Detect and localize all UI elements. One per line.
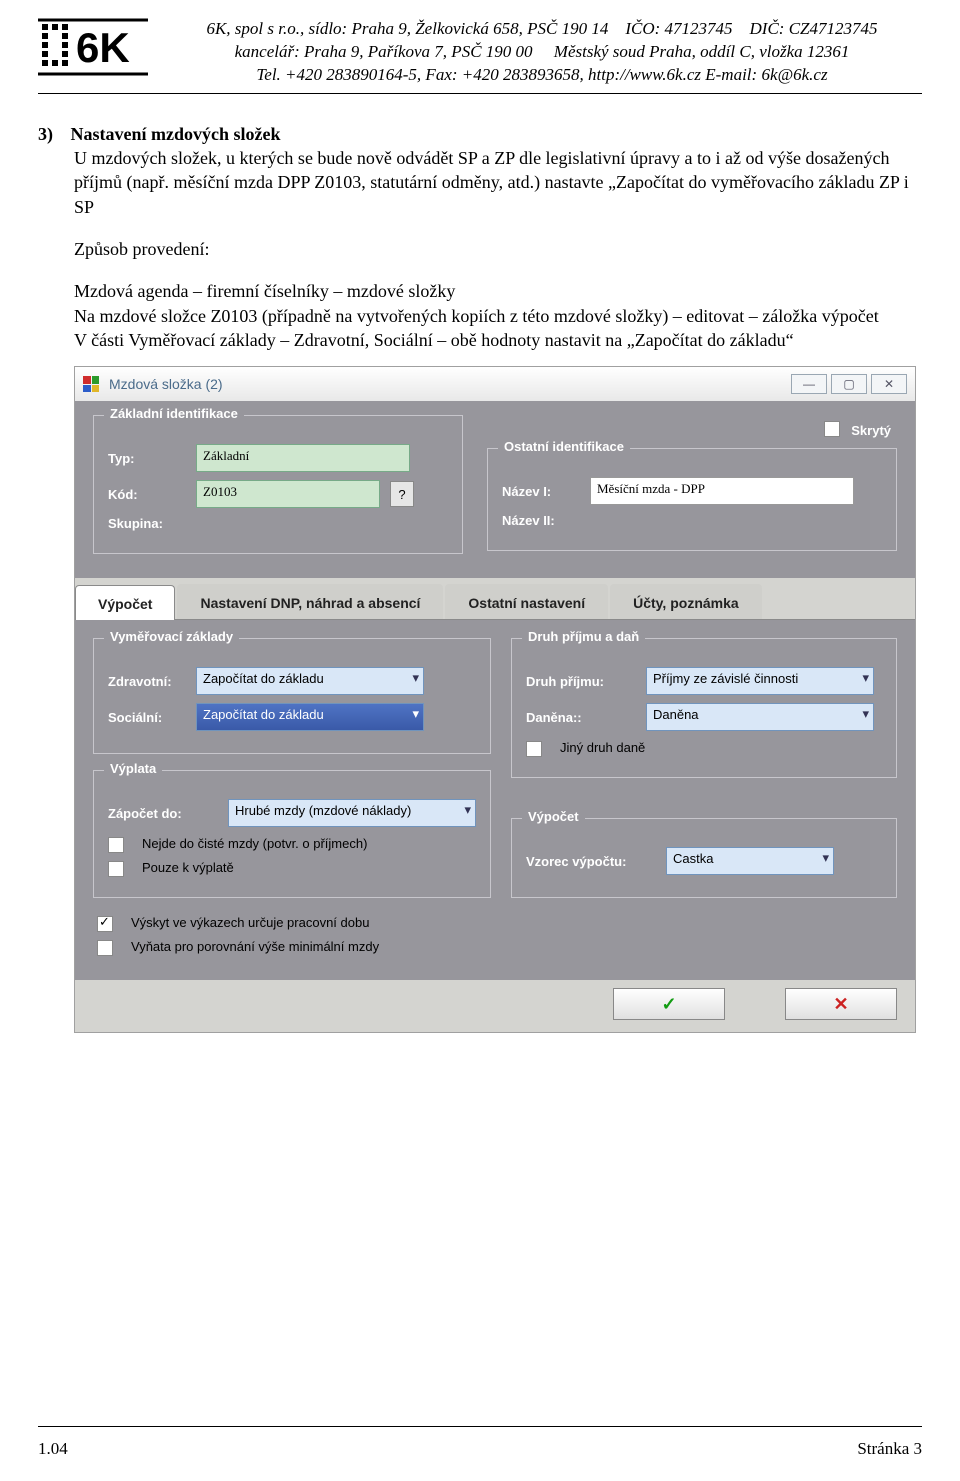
zdravotni-select[interactable]: Započítat do základu: [196, 667, 424, 695]
tab-dnp[interactable]: Nastavení DNP, náhrad a absencí: [177, 584, 443, 619]
maximize-button[interactable]: ▢: [831, 374, 867, 394]
danena-select[interactable]: Daněna: [646, 703, 874, 731]
section-3: 3) Nastavení mzdových složek U mzdových …: [38, 122, 922, 352]
tab-vypocet[interactable]: Výpočet: [75, 585, 175, 620]
footer-right: Stránka 3: [857, 1439, 922, 1459]
method-line-2: Na mzdové složce Z0103 (případně na vytv…: [74, 304, 922, 328]
header-rule: [38, 93, 922, 94]
method-label: Způsob provedení:: [74, 237, 922, 261]
zapocet-select[interactable]: Hrubé mzdy (mzdové náklady): [228, 799, 476, 827]
legend-vz: Vyměřovací základy: [104, 629, 239, 644]
footer-rule: [38, 1426, 922, 1427]
kod-lookup-button[interactable]: ?: [390, 481, 414, 507]
danena-label: Daněna::: [526, 710, 636, 725]
zapocet-label: Zápočet do:: [108, 806, 218, 821]
action-bar: ✓ ✕: [75, 980, 915, 1032]
skryty-label: Skrytý: [851, 423, 891, 438]
pouze-label: Pouze k výplatě: [142, 860, 234, 875]
pouze-checkbox[interactable]: [108, 861, 124, 877]
app-window: Mzdová složka (2) — ▢ ✕ Základní identif…: [74, 366, 916, 1033]
tab-ostatni[interactable]: Ostatní nastavení: [445, 584, 608, 619]
cancel-button[interactable]: ✕: [785, 988, 897, 1020]
minimize-button[interactable]: —: [791, 374, 827, 394]
page-header: 6K 6K, spol s r.o., sídlo: Praha 9, Želk…: [38, 18, 922, 87]
typ-label: Typ:: [108, 451, 186, 466]
nejde-label: Nejde do čisté mzdy (potvr. o příjmech): [142, 836, 367, 851]
nazev1-input[interactable]: Měsíční mzda - DPP: [590, 477, 854, 505]
skryty-checkbox[interactable]: [824, 421, 840, 437]
group-basic-ident: Základní identifikace Typ: Základní Kód:…: [93, 415, 463, 554]
window-title: Mzdová složka (2): [109, 376, 223, 392]
vynata-checkbox[interactable]: [97, 940, 113, 956]
section-number: 3): [38, 122, 66, 146]
nazev2-label: Název II:: [502, 513, 580, 528]
svg-text:6K: 6K: [76, 24, 130, 71]
vynata-label: Vyňata pro porovnání výše minimální mzdy: [131, 939, 379, 954]
header-line2-left: kancelář: Praha 9, Paříkova 7, PSČ 190 0…: [235, 42, 533, 61]
legend-vyplata: Výplata: [104, 761, 162, 776]
tab-panel-vypocet: Vyměřovací základy Zdravotní: Započítat …: [75, 620, 915, 980]
footer-left: 1.04: [38, 1439, 68, 1459]
group-other-ident: Ostatní identifikace Název I: Měsíční mz…: [487, 448, 897, 551]
jiny-label: Jiný druh daně: [560, 740, 645, 755]
vyskyt-checkbox[interactable]: [97, 916, 113, 932]
header-line1-left: 6K, spol s r.o., sídlo: Praha 9, Želkovi…: [206, 19, 608, 38]
checkmark-icon: ✓: [661, 994, 676, 1015]
socialni-label: Sociální:: [108, 710, 186, 725]
druh-select[interactable]: Příjmy ze závislé činnosti: [646, 667, 874, 695]
section-para1: U mzdových složek, u kterých se bude nov…: [74, 146, 922, 219]
logo-6k: 6K: [38, 18, 148, 81]
group-vyplata: Výplata Zápočet do: Hrubé mzdy (mzdové n…: [93, 770, 491, 898]
druh-label: Druh příjmu:: [526, 674, 636, 689]
socialni-select[interactable]: Započítat do základu: [196, 703, 424, 731]
zdravotni-label: Zdravotní:: [108, 674, 186, 689]
vzorec-label: Vzorec výpočtu:: [526, 854, 656, 869]
nazev1-label: Název I:: [502, 484, 580, 499]
header-text: 6K, spol s r.o., sídlo: Praha 9, Želkovi…: [162, 18, 922, 87]
vyskyt-label: Výskyt ve výkazech určuje pracovní dobu: [131, 915, 369, 930]
group-vypocet2: Výpočet Vzorec výpočtu: Castka: [511, 818, 897, 898]
tab-ucty[interactable]: Účty, poznámka: [610, 584, 762, 619]
legend-druh: Druh příjmu a daň: [522, 629, 645, 644]
vzorec-select[interactable]: Castka: [666, 847, 834, 875]
header-line2-right: Městský soud Praha, oddíl C, vložka 1236…: [554, 42, 850, 61]
kod-label: Kód:: [108, 487, 186, 502]
header-line3: Tel. +420 283890164-5, Fax: +420 2838936…: [162, 64, 922, 87]
close-button[interactable]: ✕: [871, 374, 907, 394]
app-icon: [83, 376, 99, 392]
header-ico: IČO: 47123745: [625, 19, 732, 38]
typ-input[interactable]: Základní: [196, 444, 410, 472]
group-vz: Vyměřovací základy Zdravotní: Započítat …: [93, 638, 491, 754]
legend-other-ident: Ostatní identifikace: [498, 439, 630, 454]
ok-button[interactable]: ✓: [613, 988, 725, 1020]
method-line-1: Mzdová agenda – firemní číselníky – mzdo…: [74, 279, 922, 303]
section-title: Nastavení mzdových složek: [71, 124, 281, 144]
page-footer: 1.04 Stránka 3: [38, 1439, 922, 1459]
kod-input[interactable]: Z0103: [196, 480, 380, 508]
legend-basic-ident: Základní identifikace: [104, 406, 244, 421]
group-druh: Druh příjmu a daň Druh příjmu: Příjmy ze…: [511, 638, 897, 778]
legend-vypocet2: Výpočet: [522, 809, 585, 824]
skupina-label: Skupina:: [108, 516, 186, 531]
jiny-checkbox[interactable]: [526, 741, 542, 757]
nejde-checkbox[interactable]: [108, 837, 124, 853]
header-dic: DIČ: CZ47123745: [750, 19, 878, 38]
cross-icon: ✕: [833, 994, 848, 1015]
titlebar: Mzdová složka (2) — ▢ ✕: [75, 367, 915, 401]
method-line-3: V části Vyměřovací základy – Zdravotní, …: [74, 328, 922, 352]
tab-bar: Výpočet Nastavení DNP, náhrad a absencí …: [75, 578, 915, 620]
